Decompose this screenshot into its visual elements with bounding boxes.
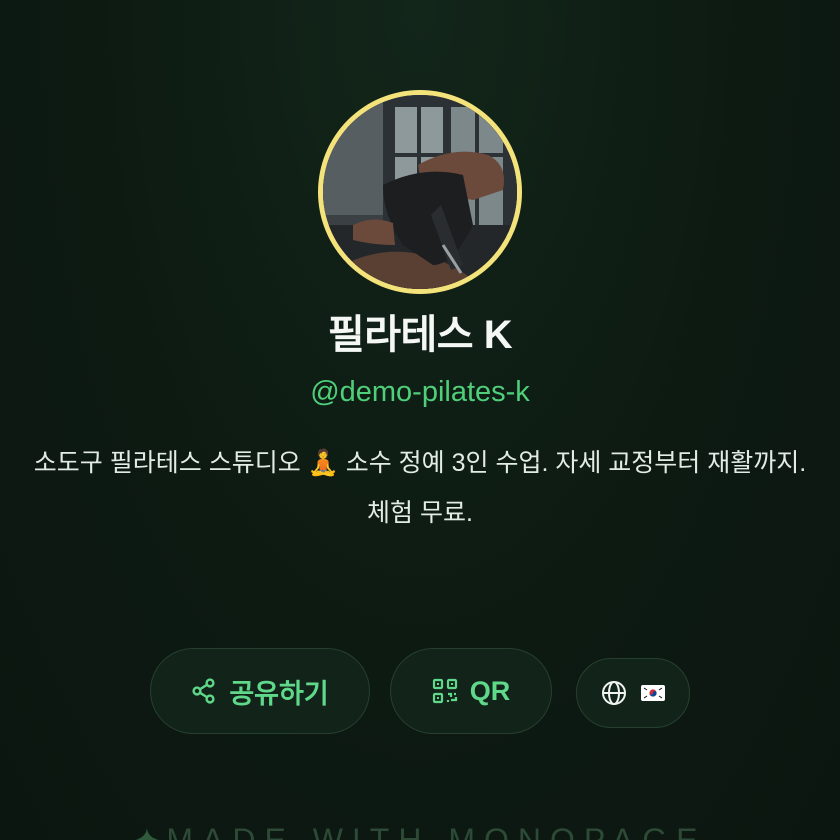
profile-name: 필라테스 K [327, 313, 513, 357]
qr-code-icon [432, 678, 458, 704]
globe-icon [601, 680, 627, 706]
avatar[interactable] [318, 90, 522, 294]
avatar-photo [323, 95, 517, 289]
profile-page: 필라테스 K @demo-pilates-k 소도구 필라테스 스튜디오 🧘 소… [0, 0, 840, 840]
footer-credit[interactable]: ✦ MADE WITH MONOPAGE [0, 820, 840, 840]
qr-button[interactable]: QR [390, 648, 552, 734]
share-button-label: 공유하기 [229, 678, 329, 709]
language-button[interactable] [576, 658, 690, 728]
profile-handle[interactable]: @demo-pilates-k [0, 374, 840, 410]
flag-korea-icon [641, 685, 665, 701]
share-icon [191, 678, 217, 704]
qr-button-label: QR [469, 675, 511, 706]
footer-text: MADE WITH MONOPAGE [166, 822, 707, 840]
share-button[interactable]: 공유하기 [150, 648, 370, 734]
profile-bio: 소도구 필라테스 스튜디오 🧘 소수 정예 3인 수업. 자세 교정부터 재활까… [33, 449, 807, 527]
sparkle-icon: ✦ [133, 822, 161, 840]
